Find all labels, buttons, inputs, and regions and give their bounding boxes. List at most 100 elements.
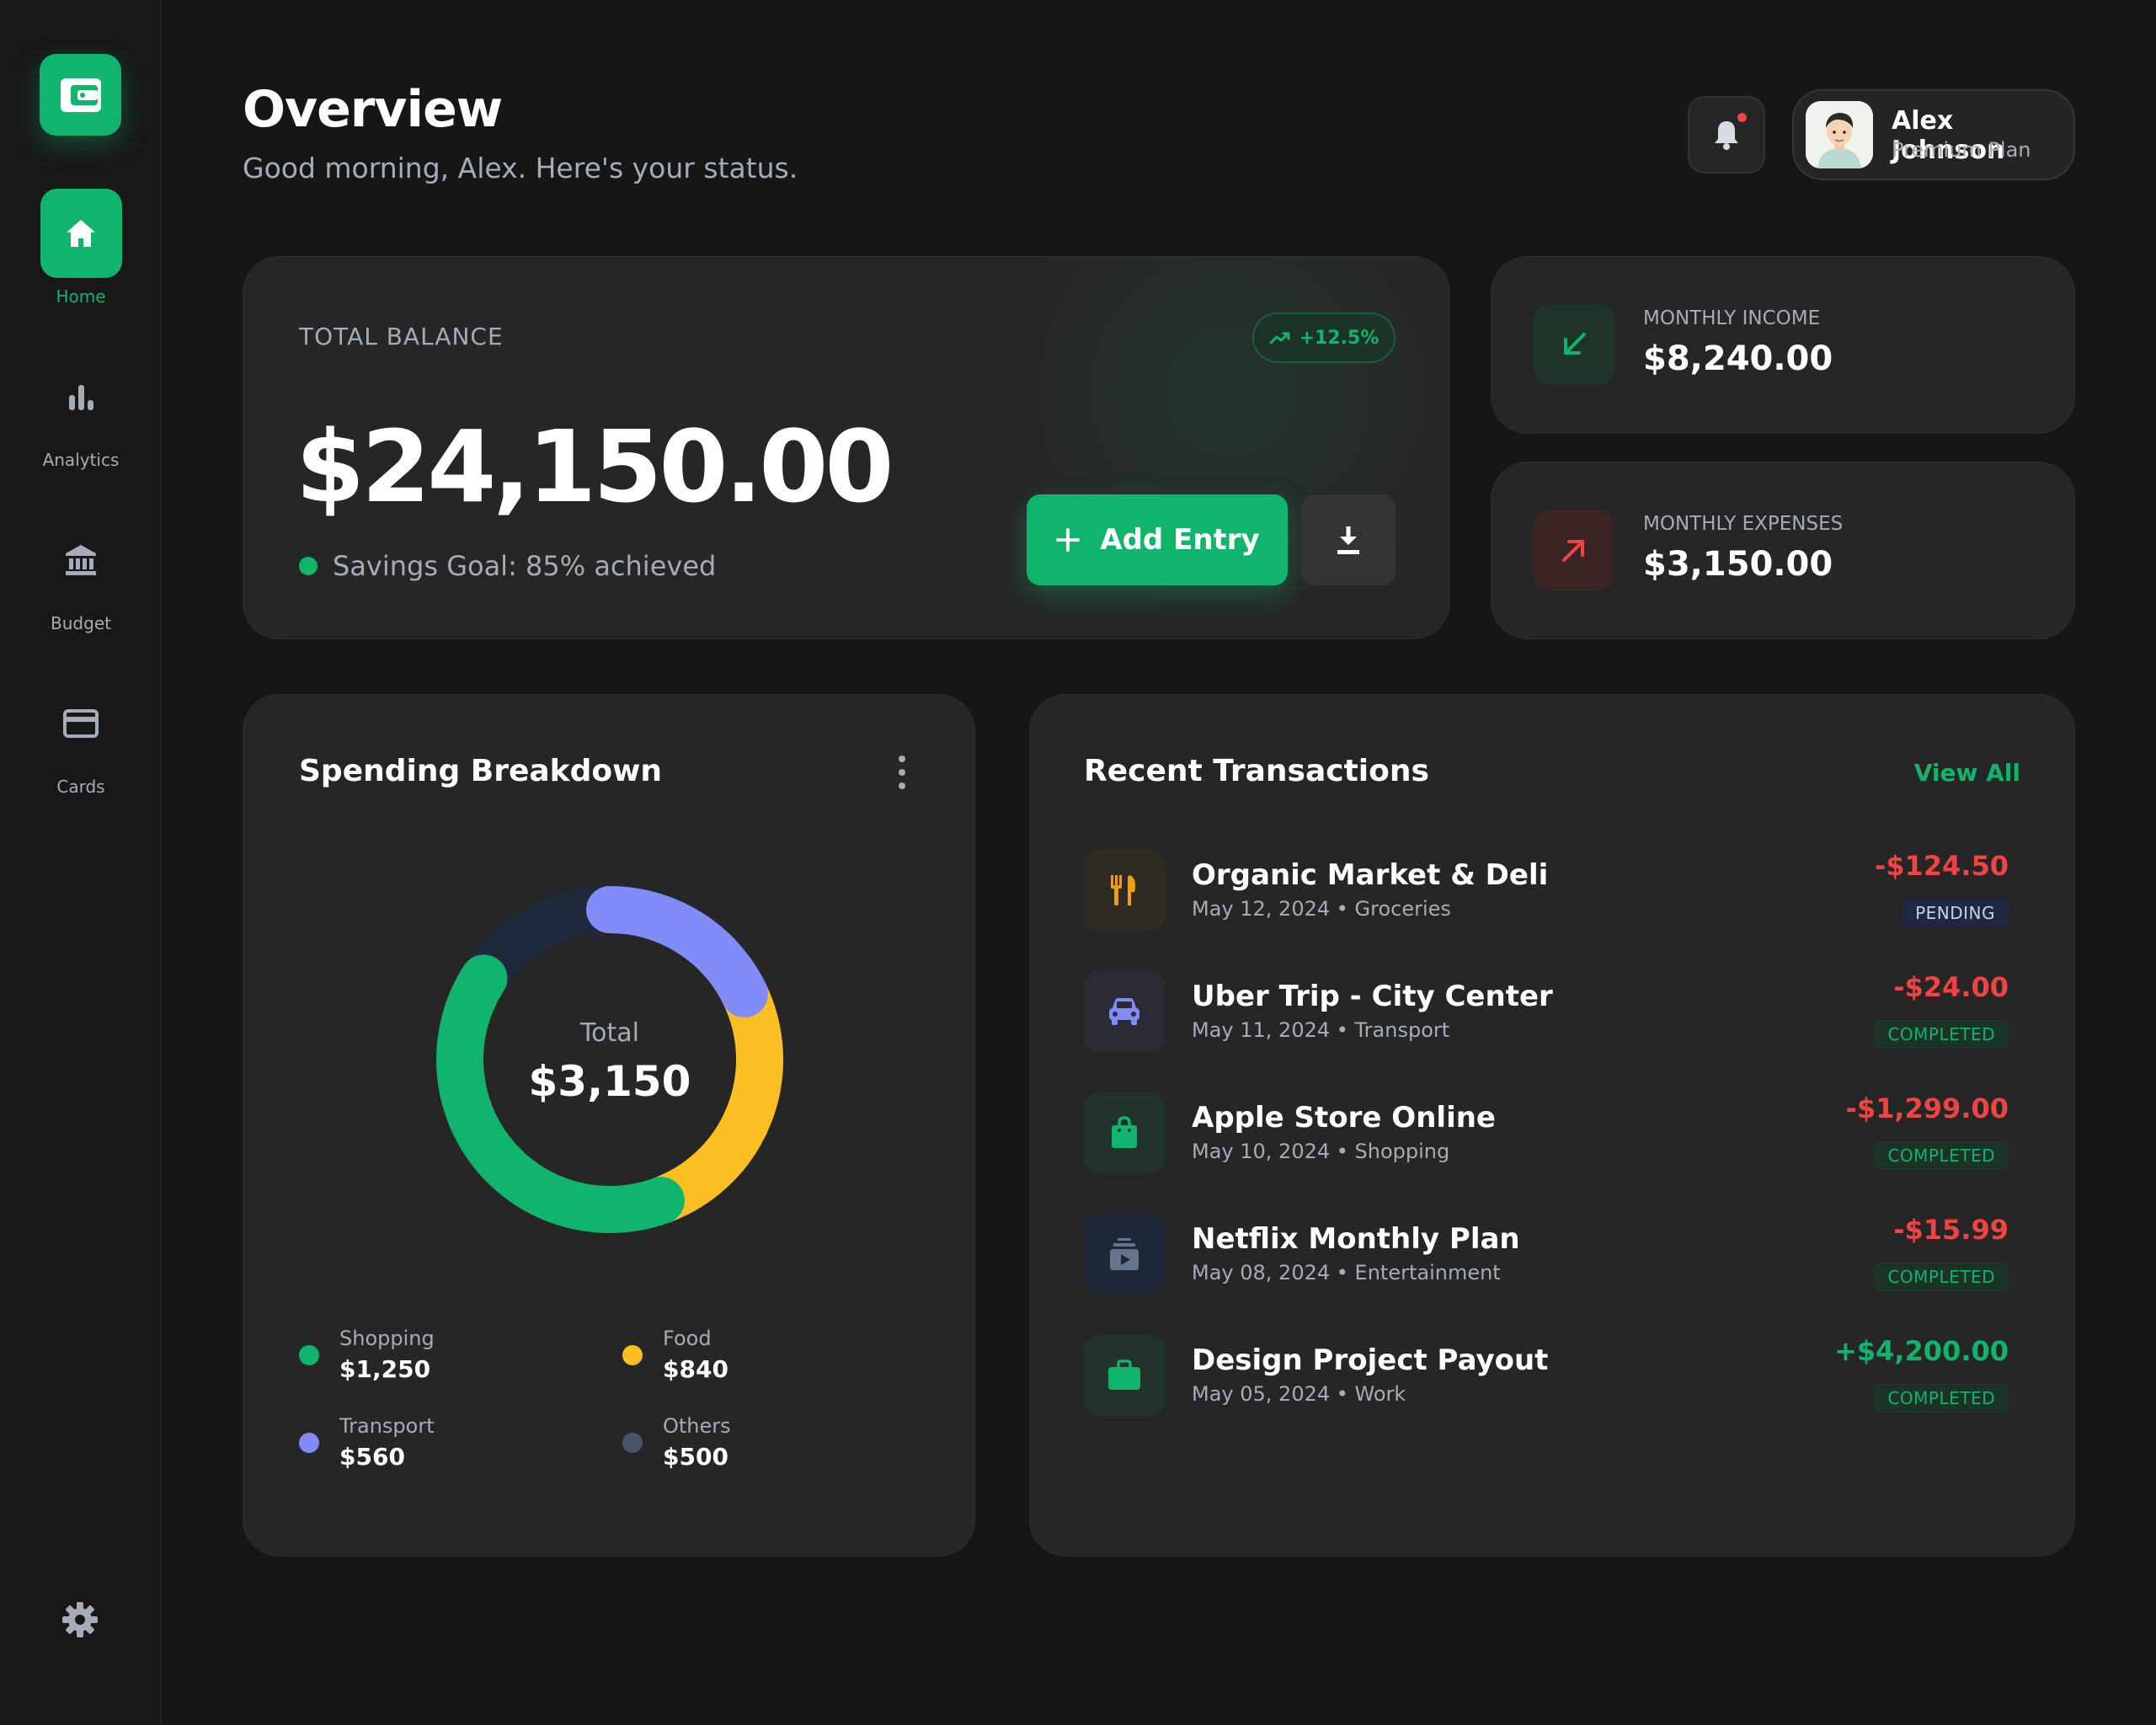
gear-icon[interactable] xyxy=(61,1600,99,1639)
status-badge: COMPLETED xyxy=(1874,1384,2009,1413)
transaction-amount: -$124.50 xyxy=(1874,850,2009,882)
legend-value: $840 xyxy=(663,1355,728,1383)
bell-icon xyxy=(1715,121,1738,150)
transaction-meta: May 05, 2024 • Work xyxy=(1192,1382,1406,1406)
legend-dot xyxy=(299,1345,319,1365)
transaction-name: Uber Trip - City Center xyxy=(1192,980,1553,1013)
growth-badge: +12.5% xyxy=(1252,312,1396,363)
transaction-name: Netflix Monthly Plan xyxy=(1192,1222,1520,1256)
view-all-link[interactable]: View All xyxy=(1914,759,2020,787)
sidebar-item-cards[interactable]: Cards xyxy=(0,679,162,797)
bar-chart-icon xyxy=(40,352,122,441)
transaction-meta: May 08, 2024 • Entertainment xyxy=(1192,1261,1501,1284)
transactions-title: Recent Transactions xyxy=(1084,754,1429,788)
balance-amount: $24,150.00 xyxy=(296,409,894,525)
balance-card: TOTAL BALANCE +12.5% $24,150.00 Savings … xyxy=(243,256,1450,639)
donut-chart: Total $3,150 xyxy=(429,879,791,1241)
sidebar-item-label: Cards xyxy=(56,777,105,797)
arrow-up-right-icon xyxy=(1534,510,1614,590)
add-entry-label: Add Entry xyxy=(1100,523,1260,557)
transaction-row[interactable]: Apple Store Online May 10, 2024 • Shoppi… xyxy=(1084,1092,2022,1177)
video-library-icon xyxy=(1084,1214,1165,1295)
legend-item-shopping: Shopping $1,250 xyxy=(299,1327,552,1394)
balance-label: TOTAL BALANCE xyxy=(299,323,504,350)
sidebar: Home Analytics Budget Cards xyxy=(0,0,162,1725)
legend-dot xyxy=(622,1345,643,1365)
income-card: MONTHLY INCOME $8,240.00 xyxy=(1491,256,2075,434)
avatar xyxy=(1806,101,1873,168)
savings-text: Savings Goal: 85% achieved xyxy=(333,550,717,582)
transaction-amount: -$24.00 xyxy=(1893,971,2009,1003)
transaction-amount: +$4,200.00 xyxy=(1834,1335,2009,1367)
wallet-icon[interactable] xyxy=(40,54,121,136)
sidebar-item-label: Budget xyxy=(51,613,111,633)
bank-icon xyxy=(40,515,122,605)
legend-item-others: Others $500 xyxy=(622,1414,875,1482)
legend-item-transport: Transport $560 xyxy=(299,1414,552,1482)
fork-knife-icon xyxy=(1084,850,1165,931)
transaction-meta: May 10, 2024 • Shopping xyxy=(1192,1140,1450,1163)
transaction-meta: May 11, 2024 • Transport xyxy=(1192,1018,1450,1042)
sidebar-item-analytics[interactable]: Analytics xyxy=(0,352,162,470)
credit-card-icon xyxy=(40,679,122,768)
legend-value: $1,250 xyxy=(339,1355,431,1383)
sidebar-item-label: Analytics xyxy=(42,450,120,470)
legend-dot xyxy=(299,1433,319,1453)
income-label: MONTHLY INCOME xyxy=(1643,307,1821,329)
expenses-value: $3,150.00 xyxy=(1643,545,1833,584)
download-button[interactable] xyxy=(1301,494,1396,585)
transaction-row[interactable]: Netflix Monthly Plan May 08, 2024 • Ente… xyxy=(1084,1214,2022,1298)
trending-up-icon xyxy=(1269,332,1290,344)
notification-button[interactable] xyxy=(1688,96,1765,174)
transaction-row[interactable]: Design Project Payout May 05, 2024 • Wor… xyxy=(1084,1335,2022,1419)
transaction-name: Apple Store Online xyxy=(1192,1101,1496,1135)
arrow-down-left-icon xyxy=(1534,304,1614,385)
growth-value: +12.5% xyxy=(1299,327,1380,349)
transactions-card: Recent Transactions View All Organic Mar… xyxy=(1029,694,2075,1557)
legend-name: Transport xyxy=(339,1414,435,1438)
savings-goal: Savings Goal: 85% achieved xyxy=(299,550,716,582)
donut-total-value: $3,150 xyxy=(528,1057,691,1106)
add-entry-button[interactable]: Add Entry xyxy=(1027,494,1288,585)
shopping-bag-icon xyxy=(1084,1092,1165,1173)
status-badge: COMPLETED xyxy=(1874,1263,2009,1291)
donut-total-label: Total xyxy=(579,1018,640,1048)
transaction-row[interactable]: Organic Market & Deli May 12, 2024 • Gro… xyxy=(1084,850,2022,934)
user-profile[interactable]: Alex Johnson Premium Plan xyxy=(1792,89,2075,180)
page-title: Overview xyxy=(243,80,503,139)
plus-icon xyxy=(1056,528,1081,552)
transaction-meta: May 12, 2024 • Groceries xyxy=(1192,897,1451,921)
expenses-card: MONTHLY EXPENSES $3,150.00 xyxy=(1491,462,2075,639)
status-badge: PENDING xyxy=(1902,899,2009,927)
sidebar-item-home[interactable]: Home xyxy=(0,189,162,307)
expenses-label: MONTHLY EXPENSES xyxy=(1643,513,1844,535)
sidebar-item-budget[interactable]: Budget xyxy=(0,515,162,633)
legend-value: $560 xyxy=(339,1443,405,1471)
status-badge: COMPLETED xyxy=(1874,1141,2009,1170)
legend-name: Food xyxy=(663,1327,712,1350)
home-icon xyxy=(40,189,122,278)
donut-segment-transport xyxy=(586,886,768,1017)
user-plan: Premium Plan xyxy=(1892,138,2031,162)
income-value: $8,240.00 xyxy=(1643,339,1833,378)
legend-item-food: Food $840 xyxy=(622,1327,875,1394)
car-icon xyxy=(1084,971,1165,1052)
spending-title: Spending Breakdown xyxy=(299,754,663,788)
status-badge: COMPLETED xyxy=(1874,1020,2009,1049)
transaction-name: Design Project Payout xyxy=(1192,1343,1549,1377)
legend-dot xyxy=(622,1433,643,1453)
savings-dot xyxy=(299,557,318,575)
transaction-row[interactable]: Uber Trip - City Center May 11, 2024 • T… xyxy=(1084,971,2022,1055)
briefcase-icon xyxy=(1084,1335,1165,1416)
legend-name: Others xyxy=(663,1414,731,1438)
legend-value: $500 xyxy=(663,1443,728,1471)
more-options-icon[interactable] xyxy=(892,756,912,789)
spending-card: Spending Breakdown Total $3,150 Shopping… xyxy=(243,694,975,1557)
notification-dot xyxy=(1737,113,1747,122)
transaction-amount: -$15.99 xyxy=(1893,1214,2009,1246)
transaction-amount: -$1,299.00 xyxy=(1845,1092,2009,1124)
download-icon xyxy=(1337,526,1359,554)
page-subtitle: Good morning, Alex. Here's your status. xyxy=(243,152,798,184)
sidebar-item-label: Home xyxy=(56,286,106,307)
transaction-name: Organic Market & Deli xyxy=(1192,858,1549,892)
